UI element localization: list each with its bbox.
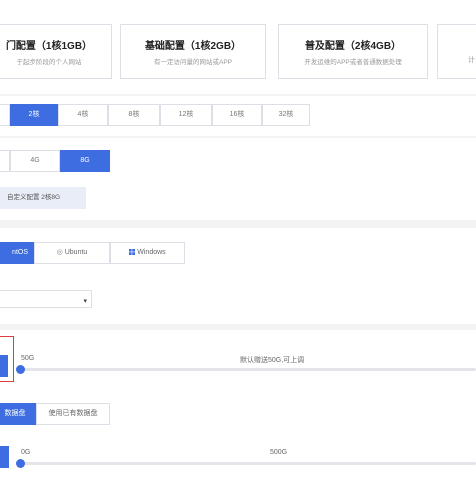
system-disk-slider-track[interactable] (20, 368, 476, 371)
config-card-subtitle: 于起步阶段的个人网站 (16, 59, 82, 66)
system-disk-min-label: 50G (21, 355, 35, 362)
data-disk-tab-new[interactable]: 数据盘 (0, 403, 36, 425)
config-card-basic[interactable]: 基础配置（1核2GB） 有一定访问量的网站或APP (120, 24, 266, 79)
os-option-ubuntu[interactable]: ◎ Ubuntu (34, 242, 110, 264)
config-card-entry[interactable]: 门配置（1核1GB） 于起步阶段的个人网站 (0, 24, 112, 79)
ubuntu-icon: ◎ (56, 249, 63, 256)
os-option-label: Windows (137, 249, 166, 256)
config-card-title: 门配置（1核1GB） (5, 41, 93, 52)
system-disk-hint: 默认赠送50G,可上调 (240, 357, 305, 364)
config-card-title: 普及配置（2核4GB） (304, 41, 402, 52)
current-config-text: 自定义配置 2核8G (7, 194, 61, 201)
cpu-option-1[interactable] (0, 104, 10, 126)
memory-option-8g[interactable]: 8G (60, 150, 110, 172)
caret-down-icon: ▾ (83, 298, 87, 305)
os-option-windows[interactable]: Windows (110, 242, 185, 264)
windows-icon (129, 244, 136, 255)
data-disk-slider-thumb[interactable] (16, 459, 25, 468)
cpu-option-2[interactable]: 2核 (10, 104, 58, 126)
config-card-subtitle: 开发运维的APP或者普通数据处理 (304, 59, 402, 66)
system-disk-slider-thumb[interactable] (16, 365, 25, 374)
os-version-select[interactable]: ▾ (0, 290, 92, 308)
os-option-centos[interactable]: ntOS (0, 242, 34, 264)
system-disk-stepper-highlight[interactable] (0, 336, 14, 382)
data-disk-min-label: 0G (21, 449, 31, 456)
cpu-option-16[interactable]: 16核 (212, 104, 262, 126)
current-config-tag: 自定义配置 2核8G (0, 187, 86, 209)
os-option-label: Ubuntu (64, 249, 88, 256)
memory-option-2g[interactable] (0, 150, 10, 172)
config-card-title: 基础配置（1核2GB） (144, 41, 242, 52)
config-card-custom[interactable]: 计 (437, 24, 476, 79)
cpu-option-4[interactable]: 4核 (58, 104, 108, 126)
cpu-option-8[interactable]: 8核 (108, 104, 160, 126)
memory-option-4g[interactable]: 4G (10, 150, 60, 172)
data-disk-slider-track[interactable] (20, 462, 476, 465)
system-disk-stepper[interactable] (0, 355, 8, 377)
cpu-option-12[interactable]: 12核 (160, 104, 212, 126)
data-disk-max-label: 500G (270, 449, 288, 456)
data-disk-tab-existing[interactable]: 使用已有数据盘 (36, 403, 110, 425)
config-card-popular[interactable]: 普及配置（2核4GB） 开发运维的APP或者普通数据处理 (278, 24, 428, 79)
config-card-subtitle: 计 (468, 57, 475, 64)
config-card-subtitle: 有一定访问量的网站或APP (153, 59, 232, 66)
cpu-option-32[interactable]: 32核 (262, 104, 310, 126)
data-disk-stepper[interactable] (0, 446, 9, 468)
